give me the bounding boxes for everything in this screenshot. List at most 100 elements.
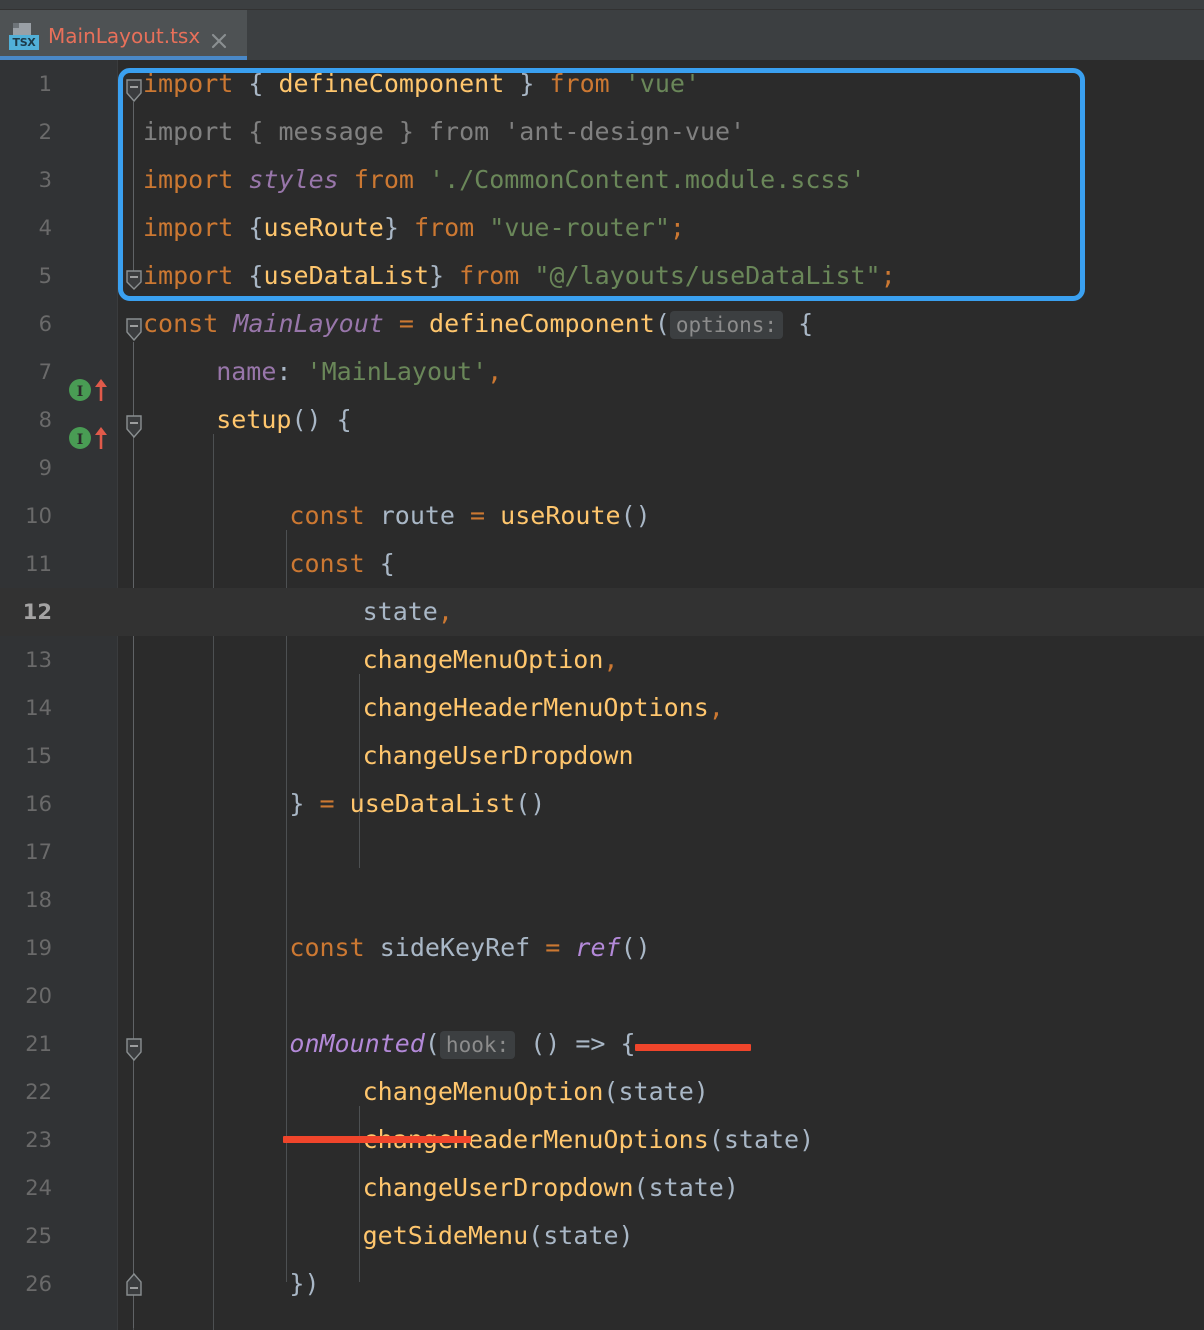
code-line[interactable]: 26}) [0, 1260, 1204, 1308]
code-line[interactable]: 11 const { [0, 540, 1204, 588]
code-line[interactable]: 15 changeUserDropdown [0, 732, 1204, 780]
code-line[interactable]: 4 import {useRoute} from "vue-router"; [0, 204, 1204, 252]
code-token: const [289, 549, 365, 578]
code-token: 'vue' [624, 69, 701, 98]
line-number: 9 [38, 456, 52, 480]
code-token: import { message } from 'ant-design-vue' [143, 117, 746, 146]
code-token: , [603, 645, 619, 674]
code-line-text: const MainLayout = defineComponent(optio… [143, 300, 813, 348]
code-token: { [379, 549, 395, 578]
code-token: state [543, 1221, 619, 1250]
fold-marker-collapse[interactable] [124, 79, 146, 103]
code-line[interactable]: 17 [0, 828, 1204, 876]
code-line-text: import { defineComponent } from 'vue' [143, 60, 700, 108]
code-token: const [143, 309, 219, 338]
code-line[interactable]: 7 name: 'MainLayout', [0, 348, 1204, 396]
code-line-text: const { [289, 540, 394, 588]
code-line[interactable]: 6 const MainLayout = defineComponent(opti… [0, 300, 1204, 348]
code-token: useDataList [349, 789, 516, 818]
code-line[interactable]: 21 onMounted(hook: () => { [0, 1020, 1204, 1068]
code-line-text: onMounted(hook: () => { [289, 1020, 636, 1068]
code-line[interactable]: 2 import { message } from 'ant-design-vue… [0, 108, 1204, 156]
line-number: 26 [25, 1272, 52, 1296]
close-icon[interactable] [208, 30, 230, 52]
code-token: ( [424, 1029, 440, 1058]
code-line-text: }) [289, 1260, 319, 1308]
code-line[interactable]: 8 setup() { [0, 396, 1204, 444]
code-line-text: getSideMenu(state) [363, 1212, 634, 1260]
fold-marker-collapse[interactable] [124, 415, 146, 439]
code-line[interactable]: 9 [0, 444, 1204, 492]
code-token: ( [528, 1221, 544, 1250]
window-top-strip [0, 0, 1204, 10]
code-line[interactable]: 10 const route = useRoute() [0, 492, 1204, 540]
line-number: 3 [38, 168, 52, 192]
code-token: "vue-router" [489, 213, 670, 242]
line-number: 24 [25, 1176, 52, 1200]
code-line[interactable]: 12 state, [0, 588, 1204, 636]
annotation-underline-ref [635, 1044, 751, 1051]
code-token: } [429, 261, 445, 290]
implemented-method-icon[interactable]: I [68, 377, 112, 401]
code-token: from [459, 261, 520, 290]
line-number: 15 [25, 744, 52, 768]
code-token: changeMenuOption [362, 645, 604, 674]
code-token: = [545, 933, 561, 962]
code-token: ( [603, 1077, 619, 1106]
fold-marker-collapse[interactable] [124, 1038, 146, 1062]
line-number: 4 [38, 216, 52, 240]
code-line[interactable]: 13 changeMenuOption, [0, 636, 1204, 684]
inlay-hint: hook: [439, 1031, 516, 1059]
code-token: changeUserDropdown [362, 741, 634, 770]
line-number: 10 [25, 504, 52, 528]
code-line[interactable]: 25 getSideMenu(state) [0, 1212, 1204, 1260]
code-line[interactable]: 14 changeHeaderMenuOptions, [0, 684, 1204, 732]
code-line[interactable]: 23 changeHeaderMenuOptions(state) [0, 1116, 1204, 1164]
line-number: 23 [25, 1128, 52, 1152]
code-token: changeUserDropdown [362, 1173, 634, 1202]
code-line[interactable]: 18 [0, 876, 1204, 924]
code-token: sideKeyRef [379, 933, 531, 962]
tab-mainlayout-tsx[interactable]: TSX MainLayout.tsx [0, 10, 247, 60]
code-line[interactable]: 19 const sideKeyRef = ref() [0, 924, 1204, 972]
fold-marker-collapse[interactable] [124, 318, 146, 342]
code-token: } [519, 69, 535, 98]
code-token: () => { [515, 1029, 636, 1058]
code-token: ) [618, 1221, 634, 1250]
code-line[interactable]: 3 import styles from './CommonContent.mod… [0, 156, 1204, 204]
line-number: 16 [25, 792, 52, 816]
code-line-text: changeUserDropdown [363, 732, 634, 780]
code-token: setup [216, 405, 292, 434]
code-line-text: const sideKeyRef = ref() [289, 924, 650, 972]
tsx-file-icon: TSX [9, 23, 39, 51]
inlay-hint: options: [669, 311, 784, 339]
fold-marker-expand-end[interactable] [124, 1272, 146, 1296]
code-line[interactable]: 22 changeMenuOption(state) [0, 1068, 1204, 1116]
code-line[interactable]: 24 changeUserDropdown(state) [0, 1164, 1204, 1212]
code-editor[interactable]: 1 import { defineComponent } from 'vue' 2 i… [0, 60, 1204, 1330]
line-number: 5 [38, 264, 52, 288]
code-line[interactable]: 1 import { defineComponent } from 'vue' [0, 60, 1204, 108]
fold-marker-collapse[interactable] [124, 270, 146, 294]
implemented-method-icon[interactable]: I [68, 425, 112, 449]
code-line[interactable]: 20 [0, 972, 1204, 1020]
code-token: }) [289, 1269, 320, 1298]
code-line[interactable]: 5 import {useDataList} from "@/layouts/us… [0, 252, 1204, 300]
code-line[interactable]: 16} = useDataList() [0, 780, 1204, 828]
code-token: ref [575, 933, 621, 962]
code-line-text: changeMenuOption, [363, 636, 619, 684]
code-token: route [379, 501, 455, 530]
code-token: changeHeaderMenuOptions [362, 693, 709, 722]
code-token: const [289, 501, 365, 530]
